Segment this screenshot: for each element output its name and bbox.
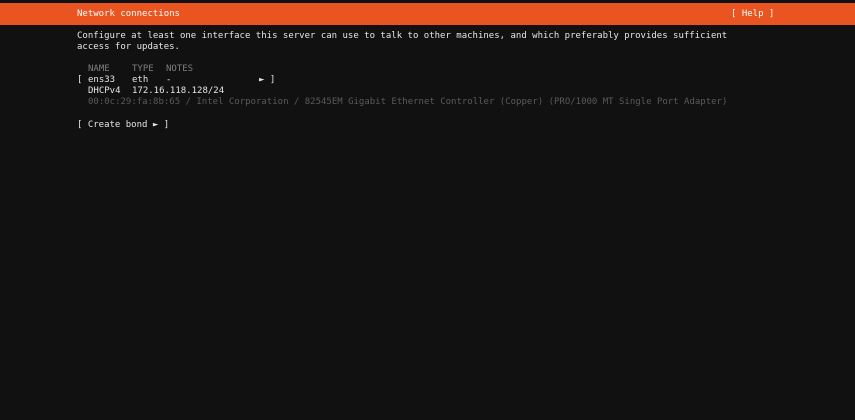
dhcp-label: DHCPv4 <box>88 86 121 96</box>
screen-title: Network connections <box>77 9 180 19</box>
column-header-name: NAME <box>88 64 110 74</box>
interface-notes: - <box>166 75 172 85</box>
description-line-1: Configure at least one interface this se… <box>77 31 728 41</box>
column-header-notes: NOTES <box>166 64 194 74</box>
column-header-type: TYPE <box>132 64 154 74</box>
create-bond-button[interactable]: [ Create bond ► ] <box>77 120 169 131</box>
interface-row-ens33[interactable]: [ ens33 eth - ► ] <box>77 75 277 86</box>
row-open-bracket: [ <box>77 75 83 85</box>
dhcp-address: 172.16.118.128/24 <box>132 86 225 96</box>
header-bar: Network connections [ Help ] <box>0 3 855 25</box>
interface-hardware-info: 00:0c:29:fa:8b:65 / Intel Corporation / … <box>88 97 728 107</box>
description-line-2: access for updates. <box>77 42 180 52</box>
interface-type: eth <box>132 75 149 85</box>
interface-name: ens33 <box>88 75 116 85</box>
interface-menu-arrow-icon[interactable]: ► ] <box>259 75 275 86</box>
help-button[interactable]: [ Help ] <box>731 9 774 20</box>
